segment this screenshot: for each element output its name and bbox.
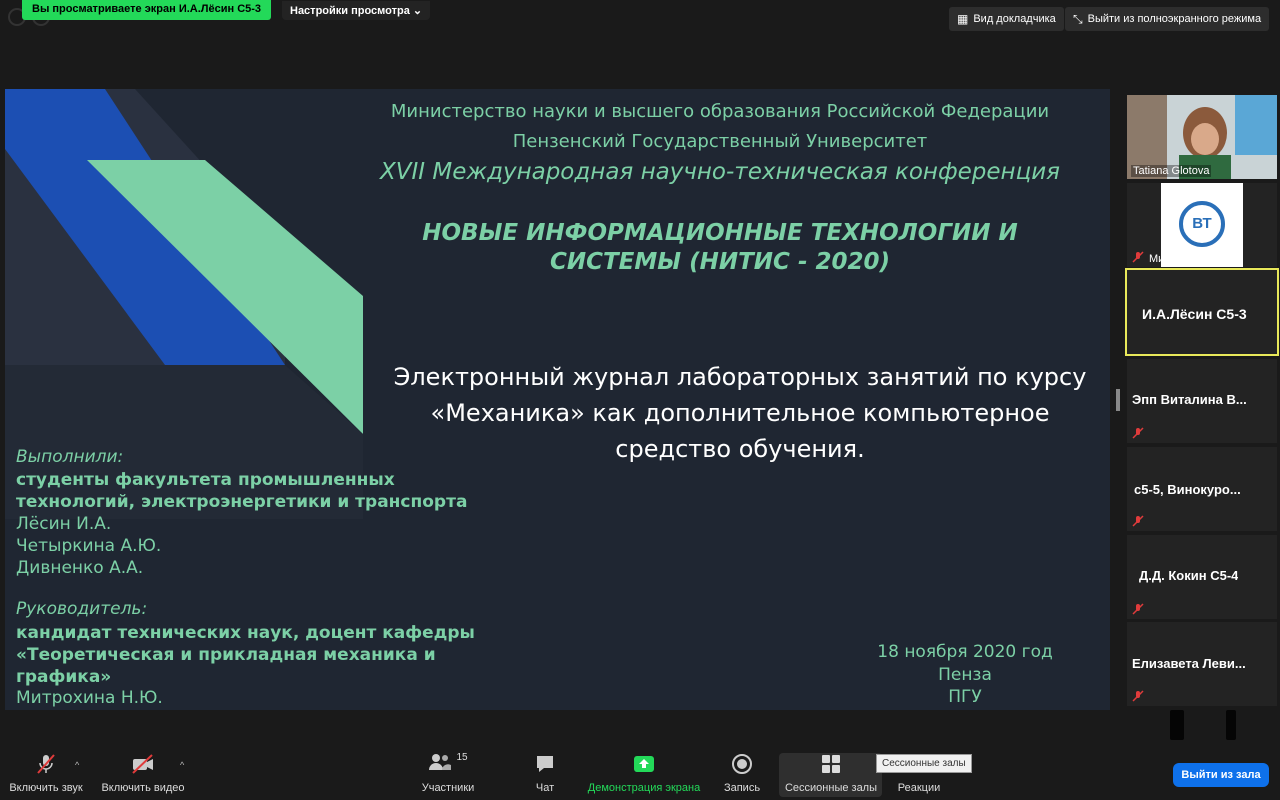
participant-name: с5-5, Винокуро... [1134,482,1241,497]
participant-tile[interactable]: Д.Д. Кокин С5-4 [1127,535,1277,619]
view-settings-dropdown[interactable]: Настройки просмотра ⌄ [282,1,431,20]
presentation-date: 18 ноября 2020 год [877,642,1053,662]
participant-name: И.А.Лёсин С5-3 [1142,306,1247,322]
participant-tile-active-speaker[interactable]: И.А.Лёсин С5-3 [1125,268,1279,356]
mic-muted-icon [1132,515,1144,527]
author-name: Четыркина А.Ю. [16,536,162,556]
conference-title: XVII Международная научно-техническая ко… [379,159,1061,185]
breakout-rooms-icon [822,755,840,773]
chevron-down-icon: ⌄ [412,5,423,17]
pagination-arrow-left[interactable] [1170,710,1184,740]
authors-label: Выполнили: [16,447,124,467]
avatar-logo: ВТ [1179,201,1225,247]
participants-label: Участники [421,782,475,794]
share-screen-button[interactable]: Демонстрация экрана [586,752,702,794]
video-options-chevron-icon[interactable]: ^ [180,760,184,770]
participant-tile[interactable]: Tatiana Glotova [1127,95,1277,179]
conference-name: НОВЫЕ ИНФОРМАЦИОННЫЕ ТЕХНОЛОГИИ И СИСТЕМ… [422,220,1018,275]
chat-button[interactable]: Чат [528,752,562,794]
supervisor-description: кандидат технических наук, доцент кафедр… [16,622,475,688]
speaker-view-button[interactable]: ▦ Вид докладчика [949,7,1064,31]
breakout-rooms-button[interactable]: Сессионные залы [784,752,878,794]
chat-icon [537,756,553,772]
speaker-view-label: Вид докладчика [973,13,1056,25]
record-button[interactable]: Запись [720,752,764,794]
participant-name: Tatiana Glotova [1131,165,1212,177]
presentation-org: ПГУ [948,687,982,707]
shared-screen-slide: Министерство науки и высшего образования… [5,89,1110,710]
supervisor-label: Руководитель: [16,599,148,619]
record-label: Запись [723,782,761,794]
mic-muted-icon [37,754,55,774]
exit-fullscreen-label: Выйти из полноэкранного режима [1087,13,1262,25]
video-off-icon [132,754,153,774]
ministry-title: Министерство науки и высшего образования… [390,101,1050,122]
mic-muted-icon [1132,603,1144,615]
university-title: Пензенский Государственный Университет [512,131,928,152]
presentation-city: Пенза [938,665,992,685]
participant-name: Д.Д. Кокин С5-4 [1139,568,1239,583]
participants-icon [429,754,452,770]
participants-icon-wrap: 15 [418,752,478,776]
author-name: Лёсин И.А. [16,514,112,534]
participant-name: Эпп Виталина В... [1132,392,1247,407]
participant-tile[interactable]: Елизавета Леви... [1127,622,1277,706]
mic-muted-icon [1132,690,1144,702]
share-screen-label: Демонстрация экрана [587,782,701,794]
supervisor-desc-line: «Теоретическая и прикладная механика и [16,645,436,665]
pagination-arrow-right[interactable] [1226,710,1236,740]
participant-name: Митрохин М... [1149,253,1221,265]
participant-tile[interactable]: ВТ Митрохин М... [1127,183,1277,267]
breakout-rooms-label: Сессионные залы [784,782,878,794]
zoom-window: Вы просматриваете экран И.А.Лёсин С5-3 Н… [0,0,1280,800]
authors-description: студенты факультета промышленных техноло… [16,469,467,513]
participant-tile[interactable]: с5-5, Винокуро... [1127,447,1277,531]
authors-desc-line: студенты факультета промышленных [16,470,395,490]
mic-muted-icon [1132,251,1144,263]
record-icon [732,754,752,774]
participant-name: Елизавета Леви... [1132,656,1246,671]
participants-count: 15 [456,752,468,763]
participants-button[interactable]: 15 Участники [418,752,478,794]
reactions-label: Реакции [897,782,941,794]
supervisor-desc-line: графика» [16,667,112,687]
mic-muted-icon [1132,427,1144,439]
start-video-button[interactable]: Включить видео [100,752,186,794]
exit-fullscreen-button[interactable]: ⤡ Выйти из полноэкранного режима [1065,7,1270,31]
view-settings-label: Настройки просмотра [290,5,410,17]
author-name: Дивненко А.А. [16,558,144,578]
panel-resize-handle[interactable] [1116,389,1120,411]
grid-icon: ▦ [957,12,969,26]
chat-label: Чат [535,782,555,794]
participant-tile[interactable]: Эпп Виталина В... [1127,359,1277,443]
audio-options-chevron-icon[interactable]: ^ [75,760,79,770]
leave-meeting-button[interactable]: Выйти из зала [1173,763,1269,787]
breakout-rooms-tooltip: Сессионные залы [876,754,972,773]
supervisor-name: Митрохина Н.Ю. [16,688,163,708]
supervisor-desc-line: кандидат технических наук, доцент кафедр… [16,623,475,643]
exit-fullscreen-icon: ⤡ [1073,11,1083,26]
presentation-topic: Электронный журнал лабораторных занятий … [393,363,1087,463]
screen-share-banner: Вы просматриваете экран И.А.Лёсин С5-3 [22,0,272,20]
unmute-label: Включить звук [9,782,83,794]
authors-desc-line: технологий, электроэнергетики и транспор… [16,492,468,512]
start-video-label: Включить видео [101,782,185,794]
share-screen-icon [634,756,654,772]
unmute-button[interactable]: Включить звук [8,752,84,794]
